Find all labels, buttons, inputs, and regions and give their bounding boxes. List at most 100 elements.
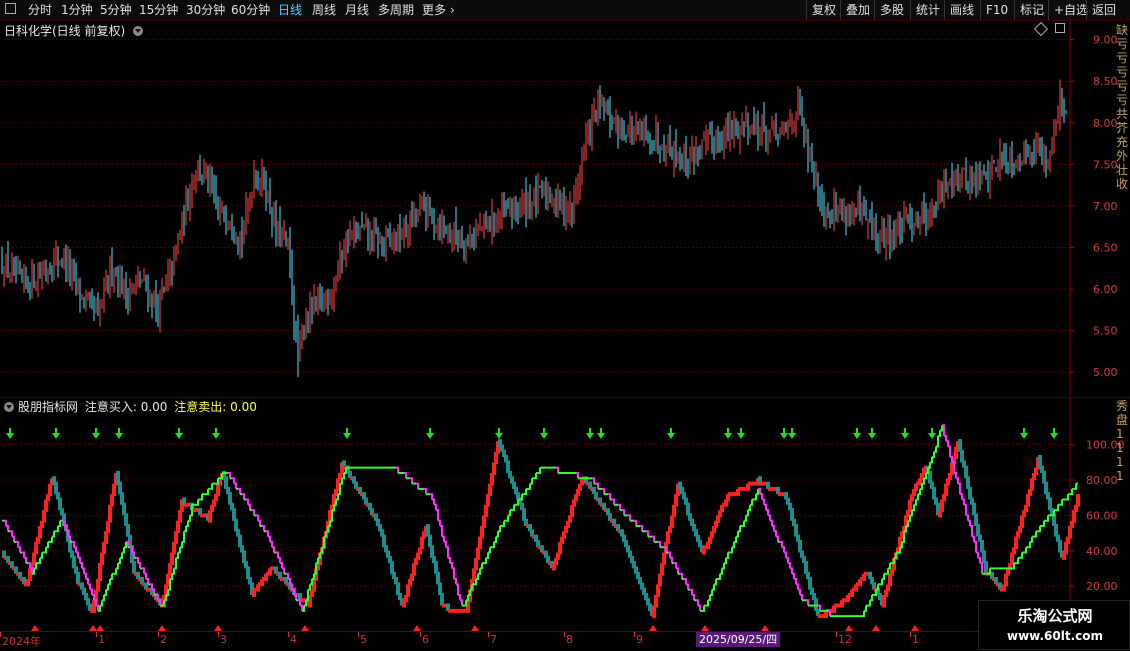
indicator-panel[interactable]: 100.00 80.00 60.00 40.00 20.00 股朋指标网 注意买入: 0… — [0, 396, 1130, 631]
price-chart-panel[interactable]: 9.00 8.50 8.00 7.50 7.00 6.50 6.00 5.50 5.00 日科化… — [0, 21, 1130, 396]
indicator-segment — [736, 531, 739, 538]
indicator-segment — [1034, 467, 1038, 475]
period-tab-9[interactable]: 多周期 — [378, 0, 414, 20]
indicator-segment — [392, 571, 396, 580]
stock-title: 日科化学(日线 前复权) — [4, 24, 126, 38]
toolbar-button-1[interactable]: 叠加 — [840, 0, 875, 20]
indicator-segment — [380, 529, 384, 537]
indicator-segment — [870, 594, 873, 602]
indicator-line-1 — [2, 424, 1078, 618]
indicator-segment — [1022, 510, 1026, 518]
period-tab-10[interactable]: 更多 — [422, 0, 446, 20]
period-tab-1[interactable]: 1分钟 — [61, 0, 93, 20]
indicator-segment — [1030, 536, 1033, 543]
period-tab-5[interactable]: 60分钟 — [231, 0, 270, 20]
indicator-segment — [278, 571, 282, 580]
indicator-segment — [918, 478, 922, 486]
toolbar-button-8[interactable]: 返回 — [1086, 0, 1121, 20]
indicator-segment — [432, 555, 436, 564]
toolbar-button-2[interactable]: 多股 — [874, 0, 909, 20]
toolbar-button-5[interactable]: F10 — [980, 0, 1013, 20]
chevron-down-icon[interactable] — [4, 402, 14, 412]
indicator-segment — [492, 541, 495, 549]
indicator-segment — [656, 584, 660, 597]
indicator-segment — [102, 594, 105, 602]
indicator-segment — [486, 494, 490, 507]
chevron-down-icon[interactable] — [133, 26, 144, 36]
period-tab-3[interactable]: 15分钟 — [139, 0, 178, 20]
indicator-segment — [944, 483, 948, 497]
date-label: 6 — [422, 633, 429, 646]
indicator-segment — [138, 562, 141, 569]
indicator-segment — [732, 541, 735, 549]
indicator-segment — [966, 476, 970, 489]
indicator-segment — [964, 503, 967, 516]
indicator-segment — [172, 568, 175, 575]
watermark-url: www.60lt.com — [1006, 629, 1104, 643]
indicator-segment — [264, 573, 268, 582]
indicator-segment — [328, 510, 332, 523]
indicator-segment — [170, 552, 174, 566]
indicator-segment — [82, 587, 86, 595]
indicator-segment — [746, 510, 749, 517]
indicator-segment — [912, 488, 916, 497]
indicator-segment — [716, 515, 720, 523]
window-icon[interactable] — [5, 3, 16, 14]
toolbar-button-4[interactable]: 画线 — [944, 0, 979, 20]
indicator-segment — [928, 470, 932, 484]
indicator-segment — [658, 573, 662, 587]
indicator-segment — [678, 481, 682, 489]
indicator-segment — [750, 499, 753, 506]
period-tab-4[interactable]: 30分钟 — [186, 0, 225, 20]
chevron-right-icon[interactable]: › — [450, 0, 455, 20]
indicator-segment — [1038, 526, 1041, 533]
sell-signal-arrow — [115, 428, 123, 439]
indicator-segment — [872, 582, 876, 590]
indicator-segment — [646, 598, 650, 606]
sell-signal-arrow — [853, 428, 861, 439]
indicator-segment — [440, 525, 443, 537]
indicator-segment — [492, 462, 496, 475]
indicator-segment — [768, 514, 771, 521]
indicator-segment — [670, 515, 674, 528]
indicator-segment — [90, 588, 93, 595]
indicator-segment — [708, 536, 712, 544]
indicator-segment — [808, 577, 812, 590]
period-tab-7[interactable]: 周线 — [312, 0, 336, 20]
indicator-segment — [182, 497, 186, 505]
indicator-segment — [208, 510, 212, 523]
indicator-segment — [702, 605, 705, 612]
indicator-segment — [546, 555, 550, 564]
indicator-segment — [658, 540, 661, 548]
indicator-segment — [988, 568, 991, 575]
indicator-segment — [734, 536, 737, 543]
indicator-segment — [1066, 536, 1070, 544]
indicator-segment — [114, 472, 118, 486]
toolbar-button-6[interactable]: 标记 — [1014, 0, 1049, 20]
indicator-segment — [908, 499, 912, 513]
period-tab-6[interactable]: 日线 — [278, 0, 302, 20]
candlestick-chart[interactable]: 9.00 8.50 8.00 7.50 7.00 6.50 6.00 5.50 5.00 — [0, 21, 1130, 396]
indicator-segment — [102, 541, 106, 555]
maximize-icon[interactable] — [1055, 23, 1065, 33]
indicator-segment — [126, 524, 130, 537]
indicator-segment — [316, 557, 319, 565]
toolbar-button-3[interactable]: 统计 — [910, 0, 945, 20]
indicator-segment — [660, 563, 664, 576]
indicator-segment — [568, 515, 572, 523]
indicator-segment — [466, 594, 469, 602]
indicator-segment — [950, 462, 954, 475]
period-tab-0[interactable]: 分时 — [28, 0, 52, 20]
period-tab-8[interactable]: 月线 — [345, 0, 369, 20]
indicator-segment — [252, 509, 255, 516]
indicator-segment — [760, 493, 763, 500]
price-tick-label: 8.00 — [1093, 117, 1118, 130]
period-tab-2[interactable]: 5分钟 — [100, 0, 132, 20]
indicator-chart[interactable]: 100.0080.0060.0040.0020.00 — [0, 396, 1130, 631]
indicator-segment — [338, 472, 342, 481]
indicator-segment — [806, 599, 809, 606]
indicator-segment — [382, 534, 386, 548]
toolbar-button-0[interactable]: 复权 — [806, 0, 841, 20]
indicator-segment — [212, 499, 216, 507]
indicator-segment — [448, 556, 451, 564]
